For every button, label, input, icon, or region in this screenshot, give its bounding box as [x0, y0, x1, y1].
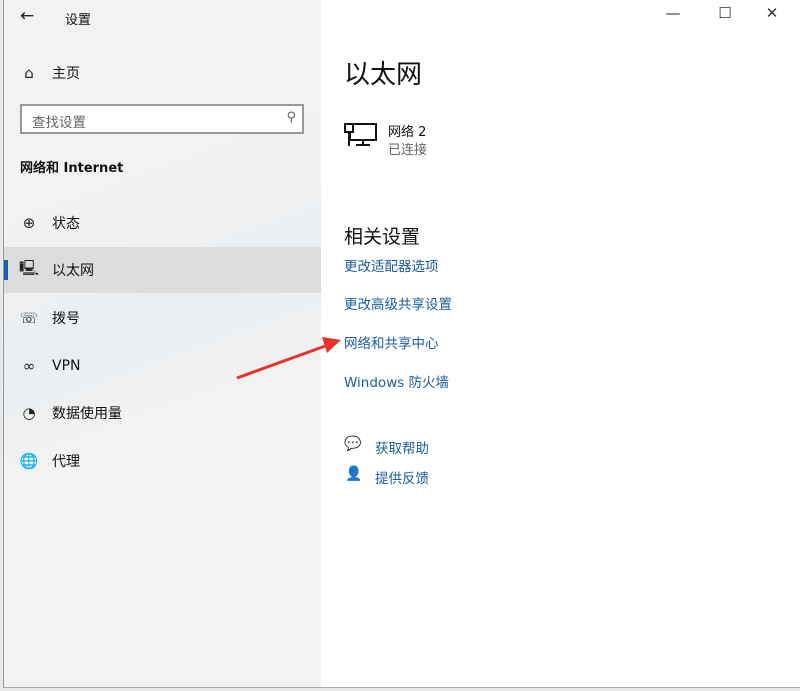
- annotation-arrow: [0, 0, 800, 691]
